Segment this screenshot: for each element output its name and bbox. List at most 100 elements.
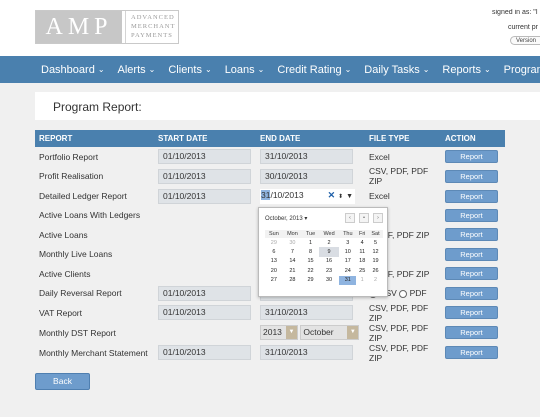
report-name: Profit Realisation bbox=[39, 171, 104, 182]
calendar-week: 6 7 8 9 10 11 12 bbox=[265, 247, 383, 257]
report-name: Daily Reversal Report bbox=[39, 288, 122, 299]
report-button[interactable]: Report bbox=[445, 346, 498, 360]
calendar-day[interactable]: 28 bbox=[283, 276, 302, 285]
nav-daily-tasks[interactable]: Daily Tasks ⌄ bbox=[364, 64, 429, 76]
calendar-week: 20 21 22 23 24 25 26 bbox=[265, 266, 383, 275]
calendar-day[interactable]: 15 bbox=[302, 257, 319, 266]
calendar-day[interactable]: 24 bbox=[339, 266, 356, 275]
calendar-day[interactable]: 8 bbox=[302, 247, 319, 256]
nav-loans[interactable]: Loans ⌄ bbox=[225, 64, 265, 76]
calendar-day[interactable]: 11 bbox=[356, 247, 368, 256]
calendar-day[interactable]: 1 bbox=[356, 276, 368, 285]
spinner-icon[interactable]: ⬍ bbox=[338, 194, 343, 200]
report-name: Active Clients bbox=[39, 268, 91, 279]
start-date-input[interactable]: 01/10/2013 bbox=[158, 168, 251, 184]
calendar-day[interactable]: 29 bbox=[302, 276, 319, 285]
calendar-day[interactable]: 29 bbox=[265, 238, 283, 247]
calendar-day[interactable]: 2 bbox=[319, 238, 339, 247]
month-select[interactable]: October ▼ bbox=[300, 325, 360, 341]
table-row: VAT Report 01/10/2013 31/10/2013 CSV, PD… bbox=[35, 303, 505, 323]
calendar-day[interactable]: 16 bbox=[319, 257, 339, 266]
nav-alerts[interactable]: Alerts ⌄ bbox=[118, 64, 156, 76]
calendar-day[interactable]: 23 bbox=[319, 266, 339, 275]
chevron-down-icon: ⌄ bbox=[422, 65, 430, 74]
calendar-day[interactable]: 26 bbox=[368, 266, 383, 275]
calendar-day[interactable]: 30 bbox=[319, 276, 339, 285]
report-button[interactable]: Report bbox=[445, 326, 498, 340]
calendar-day[interactable]: 5 bbox=[368, 238, 383, 247]
report-button[interactable]: Report bbox=[445, 208, 498, 222]
calendar-day[interactable]: 21 bbox=[283, 266, 302, 275]
report-name: Monthly Live Loans bbox=[39, 249, 113, 260]
chevron-down-icon: ⌄ bbox=[148, 65, 156, 74]
amp-logo[interactable]: AMP ADVANCED MERCHANT PAYMENTS bbox=[35, 10, 179, 44]
calendar-day[interactable]: 14 bbox=[283, 257, 302, 266]
calendar-day[interactable]: 3 bbox=[339, 238, 356, 247]
weekday-header: Fri bbox=[356, 230, 369, 238]
table-row: Profit Realisation 01/10/2013 30/10/2013… bbox=[35, 166, 505, 186]
report-button[interactable]: Report bbox=[445, 286, 498, 300]
col-file-type: FILE TYPE bbox=[365, 130, 441, 147]
report-button[interactable]: Report bbox=[445, 247, 498, 261]
pdf-radio[interactable] bbox=[399, 289, 408, 298]
calendar-day[interactable]: 30 bbox=[283, 238, 302, 247]
calendar-day[interactable]: 17 bbox=[339, 257, 356, 266]
end-date-input[interactable]: 31/10/2013 bbox=[260, 345, 353, 361]
clear-icon[interactable]: ✕ bbox=[328, 190, 336, 200]
nav-reports[interactable]: Reports ⌄ bbox=[442, 64, 490, 76]
calendar-day[interactable]: 13 bbox=[265, 257, 283, 266]
calendar-day[interactable]: 4 bbox=[356, 238, 368, 247]
report-button[interactable]: Report bbox=[445, 189, 498, 203]
year-select[interactable]: 2013 ▼ bbox=[260, 325, 298, 341]
nav-dashboard[interactable]: Dashboard ⌄ bbox=[41, 64, 105, 76]
report-button[interactable]: Report bbox=[445, 169, 498, 183]
calendar-day[interactable]: 12 bbox=[368, 247, 383, 256]
back-button[interactable]: Back bbox=[35, 373, 90, 390]
end-date-input-active[interactable]: 31/10/2013 ✕ ⬍ ▼ bbox=[260, 188, 355, 204]
chevron-down-icon: ⌄ bbox=[483, 65, 491, 74]
calendar-day[interactable]: 10 bbox=[339, 247, 356, 256]
next-month-button[interactable]: › bbox=[373, 213, 383, 223]
calendar-day[interactable]: 25 bbox=[356, 266, 368, 275]
file-type: CSV, PDF, PDF ZIP bbox=[369, 342, 429, 363]
chevron-down-icon: ▾ bbox=[304, 216, 308, 222]
start-date-input[interactable]: 01/10/2013 bbox=[158, 188, 251, 204]
calendar-day[interactable]: 1 bbox=[302, 238, 319, 247]
start-date-input[interactable]: 01/10/2013 bbox=[158, 285, 251, 301]
nav-credit-rating[interactable]: Credit Rating ⌄ bbox=[277, 64, 351, 76]
calendar-day[interactable]: 19 bbox=[368, 257, 383, 266]
calendar-day[interactable]: 2 bbox=[368, 276, 383, 285]
prev-month-button[interactable]: ‹ bbox=[345, 213, 355, 223]
report-button[interactable]: Report bbox=[445, 228, 498, 242]
weekday-header: Mon bbox=[282, 230, 303, 238]
report-name: Active Loans With Ledgers bbox=[39, 210, 141, 221]
calendar-day[interactable]: 9 bbox=[318, 247, 340, 257]
report-button[interactable]: Report bbox=[445, 150, 498, 164]
end-date-input[interactable]: 30/10/2013 bbox=[260, 168, 353, 184]
calendar-day[interactable]: 22 bbox=[302, 266, 319, 275]
table-row: Portfolio Report 01/10/2013 31/10/2013 E… bbox=[35, 147, 505, 166]
calendar-day[interactable]: 6 bbox=[265, 247, 283, 256]
calendar-day[interactable]: 18 bbox=[356, 257, 368, 266]
start-date-input[interactable]: 01/10/2013 bbox=[158, 149, 251, 165]
end-date-input[interactable]: 31/10/2013 bbox=[260, 149, 353, 165]
today-button[interactable]: • bbox=[359, 213, 369, 223]
report-name: Active Loans bbox=[39, 229, 88, 240]
calendar-day[interactable]: 20 bbox=[265, 266, 283, 275]
report-button[interactable]: Report bbox=[445, 306, 498, 320]
weekday-header: Wed bbox=[318, 230, 340, 238]
nav-clients[interactable]: Clients ⌄ bbox=[168, 64, 211, 76]
file-type: CSV, PDF, PDF ZIP bbox=[369, 302, 429, 323]
calendar-day[interactable]: 27 bbox=[265, 276, 283, 285]
start-date-input[interactable]: 01/10/2013 bbox=[158, 345, 251, 361]
date-picker-popup: October, 2013 ▾ ‹ • › Sun Mon Tue Wed Thu Fri… bbox=[258, 207, 388, 297]
start-date-input[interactable]: 01/10/2013 bbox=[158, 305, 251, 321]
calendar-month-selector[interactable]: October, 2013 ▾ bbox=[265, 215, 307, 222]
nav-program[interactable]: Program bbox=[504, 64, 540, 76]
calendar-day[interactable]: 7 bbox=[283, 247, 302, 256]
report-button[interactable]: Report bbox=[445, 267, 498, 281]
end-date-input[interactable]: 31/10/2013 bbox=[260, 305, 353, 321]
calendar-day[interactable]: 31 bbox=[339, 275, 357, 285]
dropdown-arrow-icon[interactable]: ▼ bbox=[346, 193, 353, 200]
file-type: Excel bbox=[369, 191, 390, 202]
